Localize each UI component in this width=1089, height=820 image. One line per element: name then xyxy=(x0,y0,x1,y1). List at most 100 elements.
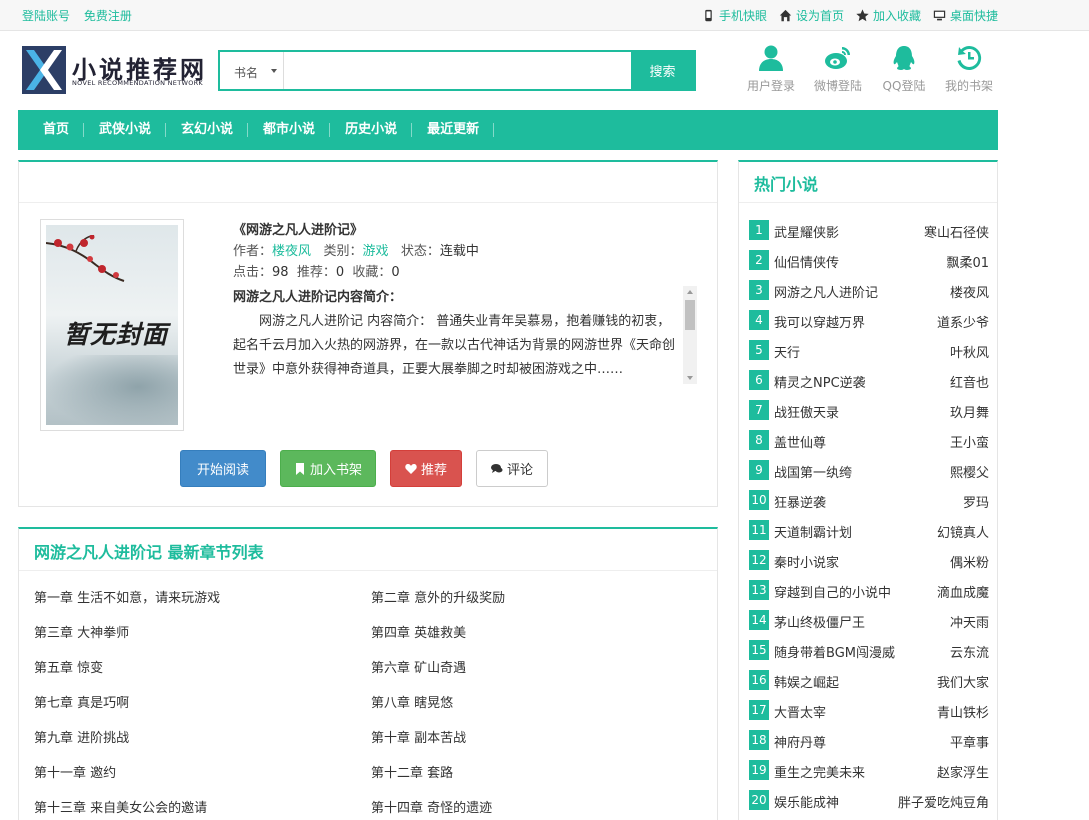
hot-novel-author[interactable]: 青山铁杉 xyxy=(937,702,989,721)
chapter-link[interactable]: 第九章 进阶挑战 xyxy=(34,727,129,746)
hot-novel-title[interactable]: 天道制霸计划 xyxy=(774,522,852,541)
hot-novel-author[interactable]: 叶秋风 xyxy=(950,342,989,361)
chapter-link[interactable]: 第二章 意外的升级奖励 xyxy=(371,587,505,606)
weibo-login-link[interactable]: 微博登陆 xyxy=(808,44,868,94)
hot-novel-title[interactable]: 秦时小说家 xyxy=(774,552,839,571)
hot-novel-author[interactable]: 红音也 xyxy=(950,372,989,391)
hot-novel-title[interactable]: 狂暴逆袭 xyxy=(774,492,826,511)
nav-wuxia[interactable]: 武侠小说 xyxy=(84,110,167,150)
chapter-link[interactable]: 第五章 惊变 xyxy=(34,657,103,676)
chapter-link[interactable]: 第一章 生活不如意，请来玩游戏 xyxy=(34,587,220,606)
hot-novel-item[interactable]: 7 战狂傲天录 玖月舞 xyxy=(749,399,989,421)
hot-novel-author[interactable]: 寒山石径侠 xyxy=(924,222,989,241)
chapter-link[interactable]: 第六章 矿山奇遇 xyxy=(371,657,466,676)
site-logo[interactable]: 小说推荐网 NOVEL RECOMMENDATION NETWORK xyxy=(22,46,212,94)
hot-novel-item[interactable]: 1 武星耀侠影 寒山石径侠 xyxy=(749,219,989,241)
hot-novel-item[interactable]: 17 大晋太宰 青山铁杉 xyxy=(749,699,989,721)
hot-novel-author[interactable]: 飘柔01 xyxy=(946,252,989,271)
hot-novel-item[interactable]: 13 穿越到自己的小说中 滴血成魔 xyxy=(749,579,989,601)
my-bookshelf-link[interactable]: 我的书架 xyxy=(939,44,999,94)
description-scrollbar[interactable] xyxy=(683,286,697,384)
hot-novel-author[interactable]: 罗玛 xyxy=(963,492,989,511)
hot-novel-author[interactable]: 平章事 xyxy=(950,732,989,751)
hot-novel-title[interactable]: 战国第一纨绔 xyxy=(774,462,852,481)
user-login-link[interactable]: 用户登录 xyxy=(741,44,801,94)
hot-novel-item[interactable]: 9 战国第一纨绔 熙樱父 xyxy=(749,459,989,481)
hot-novel-author[interactable]: 幻镜真人 xyxy=(937,522,989,541)
hot-novel-author[interactable]: 道系少爷 xyxy=(937,312,989,331)
hot-novel-item[interactable]: 5 天行 叶秋风 xyxy=(749,339,989,361)
nav-home[interactable]: 首页 xyxy=(28,110,85,150)
hot-novel-item[interactable]: 11 天道制霸计划 幻镜真人 xyxy=(749,519,989,541)
register-link[interactable]: 免费注册 xyxy=(84,9,132,23)
hot-novel-author[interactable]: 滴血成魔 xyxy=(937,582,989,601)
mobile-link[interactable]: 手机快眼 xyxy=(702,7,767,24)
hot-novel-item[interactable]: 14 茅山终极僵尸王 冲天雨 xyxy=(749,609,989,631)
hot-novel-title[interactable]: 茅山终极僵尸王 xyxy=(774,612,865,631)
qq-login-link[interactable]: QQ登陆 xyxy=(874,44,934,94)
hot-novel-item[interactable]: 12 秦时小说家 偶米粉 xyxy=(749,549,989,571)
hot-novel-title[interactable]: 战狂傲天录 xyxy=(774,402,839,421)
hot-novel-item[interactable]: 8 盖世仙尊 王小蛮 xyxy=(749,429,989,451)
add-to-shelf-button[interactable]: 加入书架 xyxy=(280,450,376,487)
hot-novel-title[interactable]: 穿越到自己的小说中 xyxy=(774,582,891,601)
hot-novel-item[interactable]: 18 神府丹尊 平章事 xyxy=(749,729,989,751)
login-link[interactable]: 登陆账号 xyxy=(22,9,70,23)
author-link[interactable]: 楼夜风 xyxy=(272,244,311,259)
hot-novel-title[interactable]: 随身带着BGM闯漫威 xyxy=(774,642,895,661)
set-homepage-link[interactable]: 设为首页 xyxy=(779,7,844,24)
chapter-link[interactable]: 第十二章 套路 xyxy=(371,762,453,781)
nav-xuanhuan[interactable]: 玄幻小说 xyxy=(166,110,249,150)
hot-novel-item[interactable]: 19 重生之完美未来 赵家浮生 xyxy=(749,759,989,781)
hot-novel-title[interactable]: 精灵之NPC逆袭 xyxy=(774,372,866,391)
hot-novel-title[interactable]: 娱乐能成神 xyxy=(774,792,839,811)
start-reading-button[interactable]: 开始阅读 xyxy=(180,450,266,487)
hot-novel-author[interactable]: 偶米粉 xyxy=(950,552,989,571)
chapter-link[interactable]: 第十章 副本苦战 xyxy=(371,727,466,746)
nav-lishi[interactable]: 历史小说 xyxy=(330,110,413,150)
chapter-link[interactable]: 第十三章 来自美女公会的邀请 xyxy=(34,797,207,816)
hot-novel-author[interactable]: 赵家浮生 xyxy=(937,762,989,781)
hot-novel-item[interactable]: 2 仙侣情侠传 飘柔01 xyxy=(749,249,989,271)
desktop-shortcut-link[interactable]: 桌面快捷 xyxy=(933,7,998,24)
hot-novel-author[interactable]: 冲天雨 xyxy=(950,612,989,631)
comment-button[interactable]: 评论 xyxy=(476,450,548,487)
chapter-link[interactable]: 第十一章 邀约 xyxy=(34,762,116,781)
search-input[interactable] xyxy=(284,52,631,89)
hot-novel-author[interactable]: 我们大家 xyxy=(937,672,989,691)
hot-novel-title[interactable]: 韩娱之崛起 xyxy=(774,672,839,691)
hot-novel-item[interactable]: 6 精灵之NPC逆袭 红音也 xyxy=(749,369,989,391)
chapter-link[interactable]: 第四章 英雄救美 xyxy=(371,622,466,641)
hot-novel-item[interactable]: 20 娱乐能成神 胖子爱吃炖豆角 xyxy=(749,789,989,811)
hot-novel-title[interactable]: 我可以穿越万界 xyxy=(774,312,865,331)
nav-recent-updates[interactable]: 最近更新 xyxy=(412,110,495,150)
search-button[interactable]: 搜索 xyxy=(631,52,694,89)
add-favorite-link[interactable]: 加入收藏 xyxy=(856,7,921,24)
hot-novel-author[interactable]: 胖子爱吃炖豆角 xyxy=(898,792,989,811)
hot-novel-title[interactable]: 武星耀侠影 xyxy=(774,222,839,241)
hot-novel-author[interactable]: 玖月舞 xyxy=(950,402,989,421)
hot-novel-author[interactable]: 楼夜风 xyxy=(950,282,989,301)
scroll-thumb[interactable] xyxy=(685,300,695,330)
hot-novel-item[interactable]: 10 狂暴逆袭 罗玛 xyxy=(749,489,989,511)
recommend-button[interactable]: 推荐 xyxy=(390,450,462,487)
hot-novel-title[interactable]: 网游之凡人进阶记 xyxy=(774,282,878,301)
hot-novel-author[interactable]: 云东流 xyxy=(950,642,989,661)
hot-novel-title[interactable]: 仙侣情侠传 xyxy=(774,252,839,271)
hot-novel-item[interactable]: 16 韩娱之崛起 我们大家 xyxy=(749,669,989,691)
hot-novel-title[interactable]: 盖世仙尊 xyxy=(774,432,826,451)
nav-dushi[interactable]: 都市小说 xyxy=(248,110,331,150)
book-description[interactable]: 网游之凡人进阶记内容简介： 网游之凡人进阶记 内容简介： 普通失业青年吴慕易，抱… xyxy=(233,286,697,384)
hot-novel-title[interactable]: 重生之完美未来 xyxy=(774,762,865,781)
hot-novel-title[interactable]: 神府丹尊 xyxy=(774,732,826,751)
chapter-link[interactable]: 第十四章 奇怪的遗迹 xyxy=(371,797,492,816)
hot-novel-title[interactable]: 天行 xyxy=(774,342,800,361)
hot-novel-item[interactable]: 15 随身带着BGM闯漫威 云东流 xyxy=(749,639,989,661)
hot-novel-author[interactable]: 王小蛮 xyxy=(950,432,989,451)
hot-novel-author[interactable]: 熙樱父 xyxy=(950,462,989,481)
chapter-link[interactable]: 第七章 真是巧啊 xyxy=(34,692,129,711)
hot-novel-title[interactable]: 大晋太宰 xyxy=(774,702,826,721)
hot-novel-item[interactable]: 3 网游之凡人进阶记 楼夜风 xyxy=(749,279,989,301)
category-link[interactable]: 游戏 xyxy=(362,244,388,259)
scroll-up-icon[interactable] xyxy=(687,290,693,294)
